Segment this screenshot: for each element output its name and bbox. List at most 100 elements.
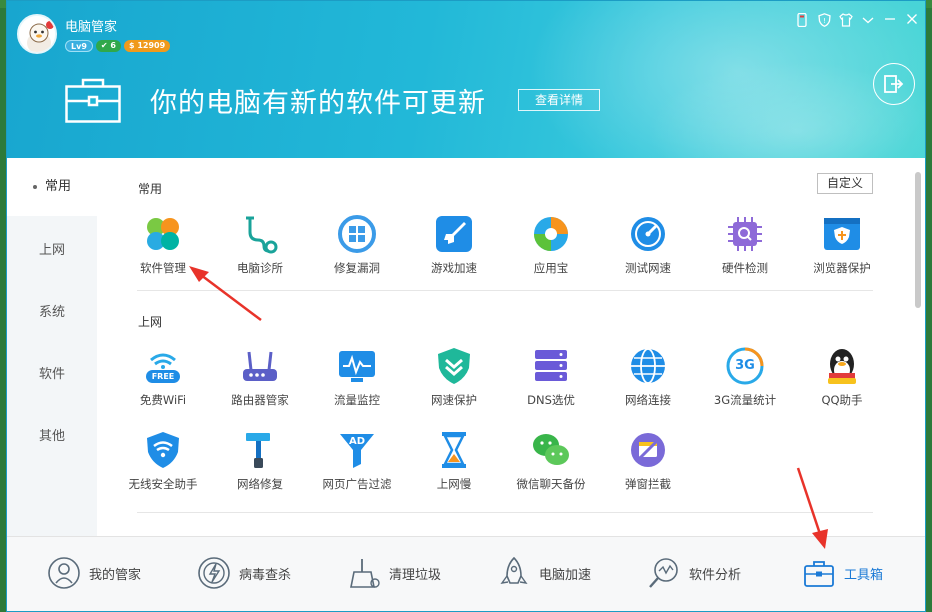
- sidebar-item-common[interactable]: 常用: [7, 158, 97, 216]
- ad-badge-text: AD: [348, 436, 366, 447]
- sidebar-item-internet[interactable]: 上网: [7, 222, 97, 280]
- coin-badge[interactable]: $ 12909: [123, 40, 171, 52]
- tool-label: 网络修复: [237, 477, 283, 491]
- section-title-common: 常用: [138, 182, 163, 196]
- app-store-icon: [531, 214, 571, 254]
- tool-slow-internet[interactable]: 上网慢: [406, 430, 502, 492]
- tool-hardware-check[interactable]: 硬件检测: [697, 214, 793, 276]
- tool-software-management[interactable]: 软件管理: [115, 214, 211, 276]
- nav-label: 工具箱: [844, 567, 884, 583]
- tool-traffic-monitor[interactable]: 流量监控: [309, 346, 405, 408]
- butler-icon: [48, 557, 80, 589]
- tool-label: 修复漏洞: [334, 261, 380, 275]
- tool-browser-protection[interactable]: 浏览器保护: [794, 214, 890, 276]
- section-title-internet: 上网: [138, 315, 163, 329]
- tool-network-connection[interactable]: 网络连接: [600, 346, 696, 408]
- wifi-shield-icon: [143, 430, 183, 470]
- tool-label: 弹窗拦截: [625, 477, 671, 491]
- tool-router-manager[interactable]: 路由器管家: [212, 346, 308, 408]
- nav-virus-scan[interactable]: 病毒查杀: [197, 555, 291, 591]
- sidebar-item-other[interactable]: 其他: [7, 408, 97, 466]
- tool-label: 浏览器保护: [813, 261, 871, 275]
- tool-pc-clinic[interactable]: 电脑诊所: [212, 214, 308, 276]
- tool-label: 流量监控: [334, 393, 380, 407]
- tool-network-repair[interactable]: 网络修复: [212, 430, 308, 492]
- nav-cleanup[interactable]: 清理垃圾: [347, 555, 441, 591]
- traffic-monitor-icon: [337, 346, 377, 386]
- popup-block-icon: [628, 430, 668, 470]
- section-divider: [137, 290, 873, 291]
- close-icon[interactable]: [905, 13, 919, 27]
- update-banner-text: 你的电脑有新的软件可更新: [150, 88, 486, 119]
- tool-ad-filter[interactable]: AD 网页广告过滤: [309, 430, 405, 492]
- sidebar-item-label: 常用: [44, 179, 71, 194]
- speedometer-icon: [628, 214, 668, 254]
- tool-free-wifi[interactable]: FREE 免费WiFi: [115, 346, 211, 408]
- pc-manager-window: 电脑管家 Lv9 ✔ 6 $ 12909 ! 你的电脑有新的软件可更新 查看详情…: [6, 0, 926, 612]
- tool-popup-block[interactable]: 弹窗拦截: [600, 430, 696, 492]
- free-wifi-icon: FREE: [143, 346, 183, 386]
- active-dot: [32, 184, 37, 189]
- nav-my-butler[interactable]: 我的管家: [47, 555, 141, 591]
- tool-label: 无线安全助手: [128, 477, 198, 491]
- 3g-icon: 3G: [725, 346, 765, 386]
- exit-button[interactable]: [873, 63, 915, 105]
- hammer-icon: [240, 430, 280, 470]
- rocket-icon: [500, 556, 528, 584]
- vertical-scrollbar[interactable]: [915, 172, 921, 308]
- 3g-badge-text: 3G: [735, 358, 755, 373]
- avatar[interactable]: [17, 14, 57, 54]
- shield-icon[interactable]: !: [817, 13, 831, 27]
- vip-badge[interactable]: ✔ 6: [95, 40, 121, 52]
- tool-speed-protection[interactable]: 网速保护: [406, 346, 502, 408]
- tool-wechat-backup[interactable]: 微信聊天备份: [503, 430, 599, 492]
- toolbox-icon: [804, 561, 834, 587]
- header-banner: 电脑管家 Lv9 ✔ 6 $ 12909 ! 你的电脑有新的软件可更新 查看详情: [7, 1, 925, 158]
- tool-dns-optimize[interactable]: DNS选优: [503, 346, 599, 408]
- hourglass-icon: [434, 430, 474, 470]
- sidebar-item-label: 系统: [38, 305, 65, 320]
- tool-fix-vulnerabilities[interactable]: 修复漏洞: [309, 214, 405, 276]
- nav-pc-speedup[interactable]: 电脑加速: [497, 555, 591, 591]
- tool-wireless-security[interactable]: 无线安全助手: [115, 430, 211, 492]
- bottom-navigation: 我的管家 病毒查杀 清理垃圾 电脑加速 软件分析 工具箱: [7, 536, 925, 611]
- tool-label: 3G流量统计: [713, 393, 777, 407]
- menu-icon[interactable]: [861, 13, 875, 27]
- svg-text:!: !: [823, 17, 826, 25]
- nav-toolbox[interactable]: 工具箱: [802, 555, 883, 591]
- tool-label: 路由器管家: [231, 393, 289, 407]
- ad-filter-icon: AD: [337, 430, 377, 470]
- tool-label: 网页广告过滤: [322, 477, 392, 491]
- level-badge[interactable]: Lv9: [65, 40, 93, 52]
- wechat-icon: [531, 430, 571, 470]
- phone-icon[interactable]: [795, 12, 809, 28]
- software-analysis-icon: [649, 558, 678, 588]
- nav-label: 我的管家: [89, 567, 142, 583]
- game-rocket-icon: [434, 214, 474, 254]
- sidebar-item-label: 上网: [38, 243, 65, 258]
- tool-game-boost[interactable]: 游戏加速: [406, 214, 502, 276]
- minimize-icon[interactable]: [883, 13, 897, 27]
- tool-label: 软件管理: [140, 261, 186, 275]
- dns-server-icon: [531, 346, 571, 386]
- tool-3g-traffic[interactable]: 3G 3G流量统计: [697, 346, 793, 408]
- tool-speed-test[interactable]: 测试网速: [600, 214, 696, 276]
- skin-icon[interactable]: [839, 13, 853, 27]
- tool-app-store[interactable]: 应用宝: [503, 214, 599, 276]
- speed-shield-icon: [434, 346, 474, 386]
- clover-icon: [143, 214, 183, 254]
- view-details-button[interactable]: 查看详情: [518, 89, 600, 111]
- sidebar-item-software[interactable]: 软件: [7, 346, 97, 404]
- nav-software-analysis[interactable]: 软件分析: [647, 555, 741, 591]
- toolbox-banner-icon: [65, 77, 121, 123]
- nav-label: 病毒查杀: [239, 567, 292, 583]
- tools-panel: 常用 自定义 软件管理 电脑诊所 修复漏洞 游戏加速 应用宝 测试网速 硬件检测…: [97, 158, 925, 536]
- customize-button[interactable]: 自定义: [817, 173, 873, 194]
- virus-kill-icon: [198, 557, 230, 589]
- nav-label: 软件分析: [689, 567, 742, 583]
- tool-qq-assistant[interactable]: QQ助手: [794, 346, 890, 408]
- globe-icon: [628, 346, 668, 386]
- tool-label: QQ助手: [821, 393, 863, 407]
- tool-label: 网速保护: [431, 393, 477, 407]
- sidebar-item-system[interactable]: 系统: [7, 284, 97, 342]
